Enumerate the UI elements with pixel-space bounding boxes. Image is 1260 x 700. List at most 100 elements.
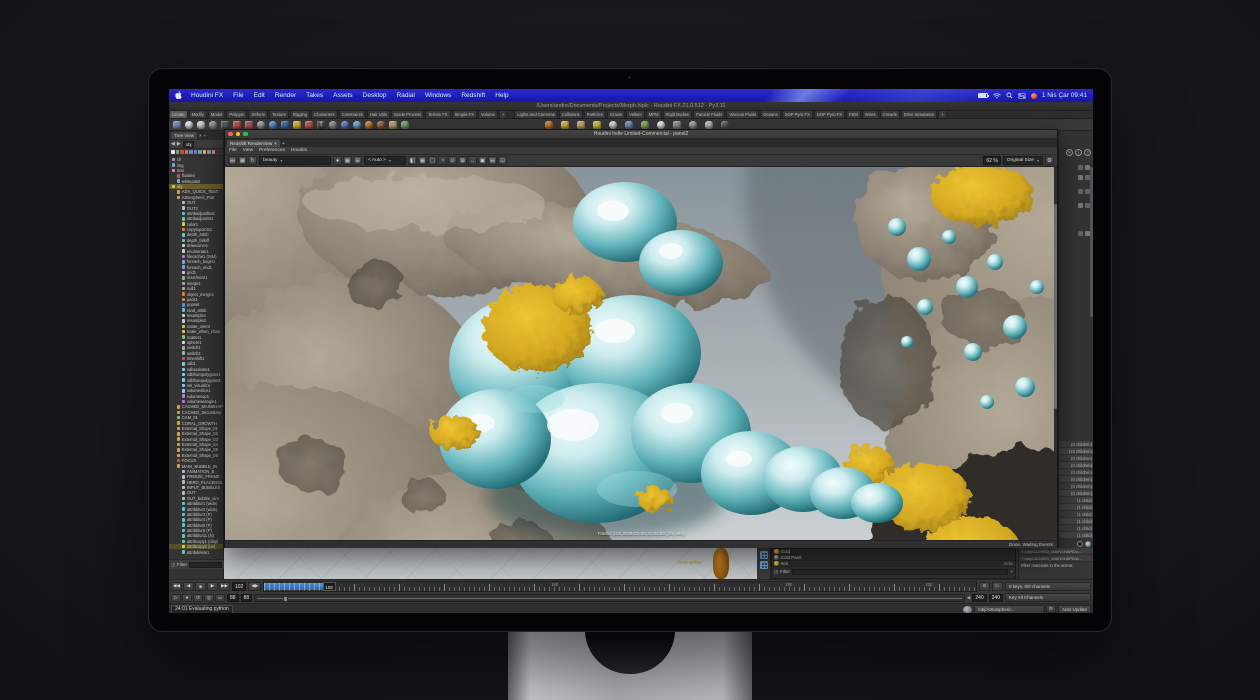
- shelf-tool-icon[interactable]: [593, 121, 601, 129]
- rv-toolbar-icon[interactable]: ◔: [438, 156, 447, 165]
- children-count-row[interactable]: (0 children): [1059, 455, 1093, 462]
- tree-path-box[interactable]: obj: [183, 141, 195, 148]
- shelf-tab[interactable]: Particles: [584, 111, 606, 118]
- children-count-row[interactable]: (0 children): [1059, 483, 1093, 490]
- battery-icon[interactable]: [978, 93, 988, 98]
- shelf-tool-icon[interactable]: [561, 121, 569, 129]
- children-count-row[interactable]: (1 child): [1059, 525, 1093, 532]
- shelf-tab[interactable]: Guide Process: [391, 111, 424, 118]
- transport-button[interactable]: ◀◀: [171, 582, 182, 591]
- shelf-tab[interactable]: Viscous Fluids: [726, 111, 759, 118]
- key-all-channels-button[interactable]: Key All Channels: [1005, 593, 1091, 602]
- filter-dot-icon[interactable]: [198, 150, 202, 154]
- rv-toolbar-icon[interactable]: ⊡: [498, 156, 507, 165]
- timeline-option-icon[interactable]: ▷: [992, 582, 1003, 591]
- tree-tab-plus[interactable]: +: [204, 133, 207, 138]
- shelf-tool-icon[interactable]: [657, 121, 665, 129]
- renderview-scrollbar[interactable]: [1054, 167, 1057, 540]
- filter-dot-icon[interactable]: [212, 150, 216, 154]
- siri-icon[interactable]: [1031, 93, 1037, 99]
- panel-tool-icon[interactable]: ✎: [1066, 149, 1073, 156]
- range-end2-field[interactable]: 240: [989, 594, 1003, 602]
- shelf-tool-icon[interactable]: [609, 121, 617, 129]
- filter-dot-icon[interactable]: [171, 150, 175, 154]
- shelf-tab[interactable]: +: [499, 111, 507, 118]
- menubar-item[interactable]: Help: [490, 92, 513, 99]
- rv-menu-item[interactable]: File: [229, 148, 237, 153]
- shelf-tab[interactable]: Particle Fluids: [693, 111, 725, 118]
- transport-button[interactable]: ▶: [207, 582, 218, 591]
- shelf-tab[interactable]: Oceans: [760, 111, 780, 118]
- half-sphere-icon[interactable]: [1077, 541, 1083, 547]
- shelf-tool-icon[interactable]: [257, 121, 265, 129]
- tree-view-tab[interactable]: Tree View: [171, 132, 197, 139]
- shelf-tool-icon[interactable]: [577, 121, 585, 129]
- children-count-row[interactable]: (1 child): [1059, 532, 1093, 539]
- children-count-row[interactable]: (1 child): [1059, 511, 1093, 518]
- playback-option-button[interactable]: ↺: [193, 594, 203, 602]
- material-filter-checkbox[interactable]: [774, 570, 778, 574]
- shelf-tab[interactable]: Drive Simulation: [901, 111, 938, 118]
- shelf-tab[interactable]: Modify: [189, 111, 207, 118]
- menubar-item[interactable]: Desktop: [358, 92, 392, 99]
- shelf-tool-icon[interactable]: [365, 121, 373, 129]
- brain-icon[interactable]: [963, 606, 972, 613]
- rv-menu-item[interactable]: View: [243, 148, 253, 153]
- shelf-tool-icon[interactable]: [341, 121, 349, 129]
- panel-tool-icon[interactable]: i: [1075, 149, 1082, 156]
- children-count-row[interactable]: (0 children): [1059, 441, 1093, 448]
- children-count-row[interactable]: (1 child): [1059, 504, 1093, 511]
- rv-toolbar-icon[interactable]: ▤: [488, 156, 497, 165]
- tree-filter-input[interactable]: [189, 562, 222, 568]
- shelf-tab[interactable]: DOP Pyro FX: [814, 111, 845, 118]
- children-count-row[interactable]: (1 child): [1059, 518, 1093, 525]
- shelf-tab[interactable]: Rigid Bodies: [663, 111, 693, 118]
- palette-grid-icon[interactable]: [760, 561, 768, 569]
- network-editor-strip[interactable]: note editor: [224, 548, 757, 579]
- rv-toolbar-icon[interactable]: ↔: [468, 156, 477, 165]
- shelf-tool-icon[interactable]: [721, 121, 729, 129]
- shelf-tool-icon[interactable]: [545, 121, 553, 129]
- rv-toolbar-icon[interactable]: ▦: [238, 156, 247, 165]
- transport-button[interactable]: ■: [195, 582, 206, 591]
- shelf-tab[interactable]: Model: [208, 111, 225, 118]
- shelf-tool-icon[interactable]: [353, 121, 361, 129]
- filter-dot-icon[interactable]: [203, 150, 207, 154]
- control-center-icon[interactable]: [1018, 93, 1026, 99]
- shelf-tab[interactable]: Grains: [607, 111, 625, 118]
- shelf-tab[interactable]: Crowds: [880, 111, 900, 118]
- shelf-tool-icon[interactable]: [641, 121, 649, 129]
- shelf-tool-icon[interactable]: [689, 121, 697, 129]
- shelf-tool-icon[interactable]: [233, 121, 241, 129]
- filter-dot-icon[interactable]: [189, 150, 193, 154]
- shelf-tool-icon[interactable]: [197, 121, 205, 129]
- menubar-item[interactable]: Takes: [301, 92, 328, 99]
- range-back-icon[interactable]: ◀: [967, 595, 970, 601]
- timeline-option-icon[interactable]: ⊙: [979, 582, 990, 591]
- shelf-tool-icon[interactable]: [269, 121, 277, 129]
- transport-button[interactable]: ▶▶: [219, 582, 230, 591]
- shelf-tool-icon[interactable]: [245, 121, 253, 129]
- shelf-tab[interactable]: Lights and Cameras: [514, 111, 557, 118]
- shelf-tool-icon[interactable]: [705, 121, 713, 129]
- menubar-item[interactable]: Assets: [328, 92, 358, 99]
- rv-toolbar-icon[interactable]: ▢: [428, 156, 437, 165]
- shelf-tab[interactable]: SOP Pyro FX: [782, 111, 813, 118]
- children-count-row[interactable]: (18 children): [1059, 448, 1093, 455]
- material-scene-row[interactable]: + /obj/CACHED_MAINSHAPE/w...: [1019, 555, 1093, 562]
- shelf-tool-icon[interactable]: [173, 121, 181, 129]
- shelf-tab[interactable]: MPM: [646, 111, 662, 118]
- keys-summary-button[interactable]: 0 keys, 0/0 channels: [1005, 582, 1091, 591]
- menubar-item[interactable]: Render: [270, 92, 301, 99]
- transport-button[interactable]: ◀: [183, 582, 194, 591]
- shelf-tab[interactable]: Hair Utils: [367, 111, 390, 118]
- shelf-tab[interactable]: +: [938, 111, 946, 118]
- shelf-tab[interactable]: Texture: [269, 111, 289, 118]
- menubar-item[interactable]: Windows: [420, 92, 456, 99]
- snapshot-dropdown[interactable]: < Auto >▾: [364, 156, 406, 165]
- shelf-tab[interactable]: Characters: [311, 111, 337, 118]
- timeline-ruler[interactable]: 100150200230 102: [263, 581, 977, 592]
- filter-checkbox[interactable]: [171, 563, 175, 567]
- render-image[interactable]: Frame: 102 2026-02-06 20:03:50 (1m 54s): [225, 167, 1057, 540]
- shelf-tab[interactable]: Terrain FX: [425, 111, 450, 118]
